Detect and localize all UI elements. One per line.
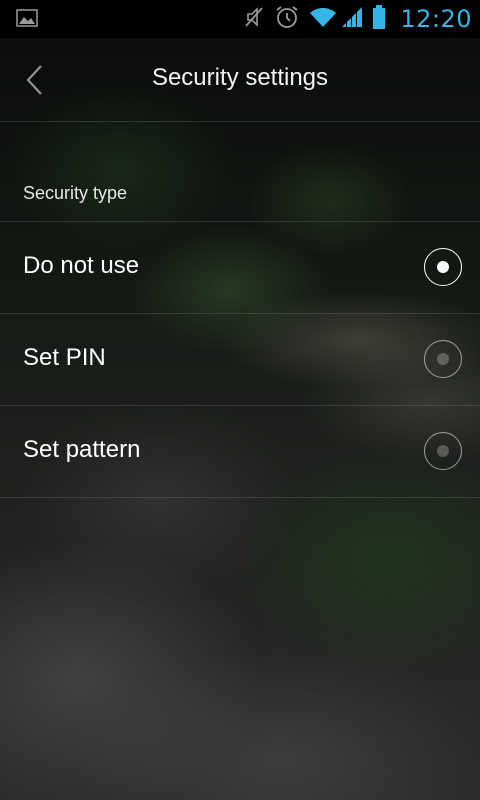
clock: 12:20 bbox=[400, 5, 472, 33]
battery-icon bbox=[372, 4, 386, 34]
radio-button[interactable] bbox=[424, 340, 462, 378]
page-title: Security settings bbox=[151, 64, 329, 91]
divider bbox=[0, 497, 480, 498]
wifi-icon bbox=[308, 5, 338, 33]
divider bbox=[0, 121, 480, 122]
title-bar: Security settings bbox=[0, 38, 480, 121]
status-bar: 12:20 bbox=[0, 0, 480, 38]
option-label: Set pattern bbox=[23, 436, 141, 463]
radio-dot bbox=[437, 353, 449, 365]
radio-button-selected[interactable] bbox=[424, 248, 462, 286]
mute-icon bbox=[244, 5, 266, 33]
radio-dot bbox=[437, 445, 449, 457]
option-label: Set PIN bbox=[23, 344, 106, 371]
option-label: Do not use bbox=[23, 252, 140, 279]
option-set-pin[interactable]: Set PIN bbox=[0, 314, 480, 406]
signal-icon bbox=[340, 5, 364, 33]
alarm-icon bbox=[274, 4, 300, 34]
radio-dot bbox=[437, 261, 449, 273]
radio-button[interactable] bbox=[424, 432, 462, 470]
image-notification-icon bbox=[16, 9, 38, 27]
section-header: Security type bbox=[23, 183, 128, 203]
option-set-pattern[interactable]: Set pattern bbox=[0, 406, 480, 498]
option-do-not-use[interactable]: Do not use bbox=[0, 222, 480, 314]
status-icons: 12:20 bbox=[244, 0, 472, 38]
